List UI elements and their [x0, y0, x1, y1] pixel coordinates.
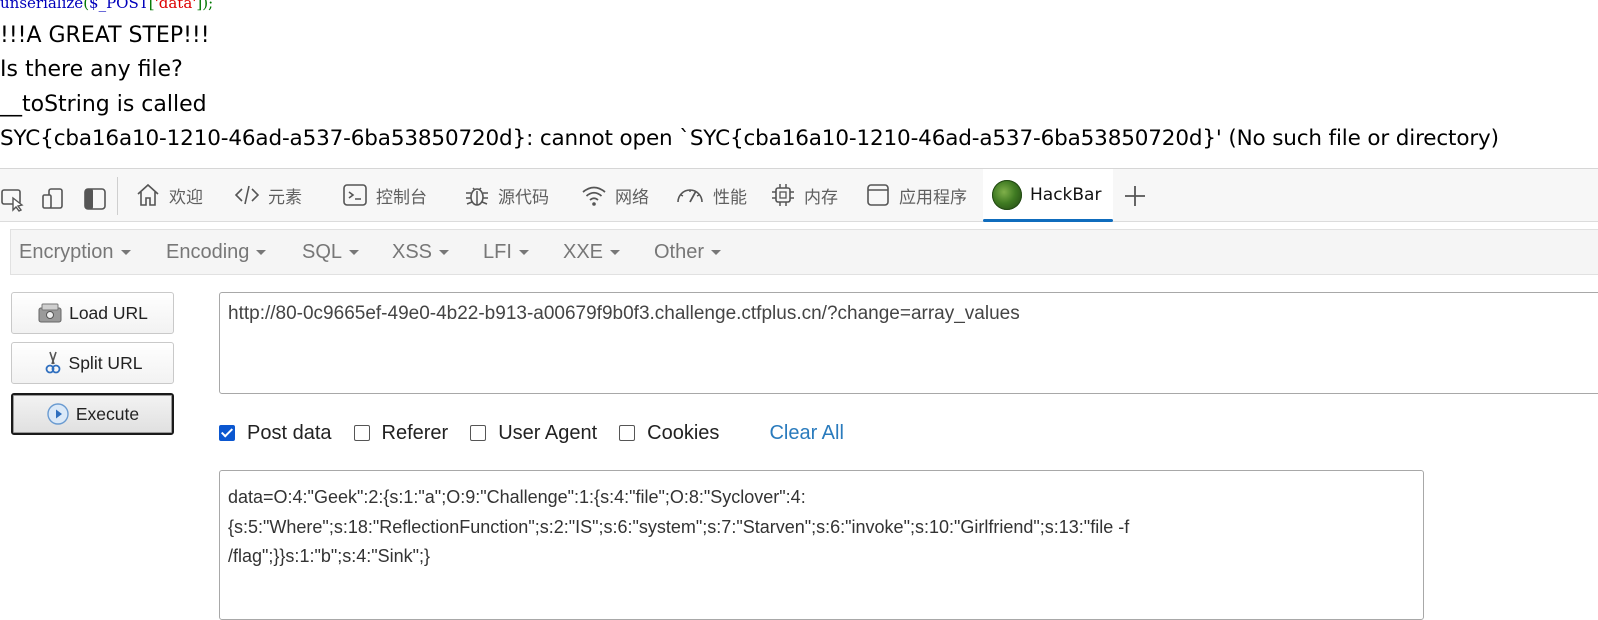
tab-label: 内存	[804, 187, 838, 208]
tab-label: 网络	[615, 187, 649, 208]
paren-close: );	[202, 0, 214, 12]
menu-lfi[interactable]: LFI	[483, 230, 529, 274]
plus-icon[interactable]	[1121, 182, 1149, 210]
checkbox-unchecked[interactable]	[619, 425, 636, 441]
tab-label: 控制台	[376, 187, 427, 208]
output-line-flag: SYC{cba16a10-1210-46ad-a537-6ba53850720d…	[0, 126, 1499, 151]
console-icon	[343, 184, 367, 206]
tab-label: 欢迎	[169, 187, 203, 208]
button-label: Load URL	[69, 302, 148, 323]
toolbar-divider	[117, 177, 118, 215]
output-line-3: __toString is called	[0, 92, 207, 117]
scissors-icon	[45, 351, 60, 374]
checkbox-unchecked[interactable]	[470, 425, 487, 441]
bug-icon	[466, 187, 488, 206]
output-line-2: Is there any file?	[0, 57, 183, 82]
devtools-tab-bar: 欢迎 元素 控制台 源代码 网络 性能 内存 应用程序 HackBar	[0, 168, 1598, 222]
url-input[interactable]: http://80-0c9665ef-49e0-4b22-b913-a00679…	[219, 292, 1598, 394]
tab-sources[interactable]: 源代码	[464, 169, 549, 221]
tab-elements[interactable]: 元素	[234, 169, 302, 221]
chip-icon	[772, 184, 794, 206]
user-agent-checkbox[interactable]: User Agent	[470, 422, 597, 445]
post-data-line-2: {s:5:"Where";s:18:"ReflectionFunction";s…	[228, 516, 1130, 537]
caret-down-icon	[711, 250, 722, 256]
wifi-icon	[582, 186, 606, 206]
checkbox-label: Referer	[381, 421, 449, 444]
post-data-input[interactable]: data=O:4:"Geek":2:{s:1:"a";O:9:"Challeng…	[219, 470, 1424, 620]
load-url-icon	[38, 303, 62, 323]
tab-welcome[interactable]: 欢迎	[135, 169, 203, 221]
device-emulation-icon[interactable]	[40, 186, 66, 212]
home-icon	[137, 183, 159, 206]
menu-encoding[interactable]: Encoding	[166, 230, 267, 274]
checkbox-label: Cookies	[647, 421, 720, 444]
checkbox-checked[interactable]	[219, 425, 235, 441]
active-tab-indicator	[983, 219, 1113, 222]
gauge-icon	[677, 189, 703, 203]
request-options-row: Post data Referer User Agent Cookies Cle…	[219, 418, 844, 448]
tab-console[interactable]: 控制台	[342, 169, 427, 221]
clear-all-link[interactable]: Clear All	[769, 422, 843, 445]
code-icon	[234, 185, 260, 205]
post-data-checkbox[interactable]: Post data	[219, 422, 332, 445]
function-name: unserialize	[0, 0, 84, 12]
tab-performance[interactable]: 性能	[675, 169, 747, 221]
hackbar-logo-icon	[992, 180, 1022, 210]
tab-memory[interactable]: 内存	[770, 169, 838, 221]
post-data-line-1: data=O:4:"Geek":2:{s:1:"a";O:9:"Challeng…	[228, 487, 806, 507]
cookies-checkbox[interactable]: Cookies	[619, 422, 719, 445]
tab-label: 性能	[713, 187, 747, 208]
split-url-button[interactable]: Split URL	[11, 342, 174, 384]
php-source-line: unserialize($_POST['data']);	[0, 0, 213, 13]
menu-other[interactable]: Other	[654, 230, 722, 274]
checkbox-label: Post data	[247, 421, 332, 444]
hackbar-menu-bar: Encryption Encoding SQL XSS LFI XXE Othe…	[10, 229, 1598, 275]
caret-down-icon	[256, 250, 267, 256]
tab-hackbar[interactable]: HackBar	[983, 169, 1113, 222]
checkbox-unchecked[interactable]	[353, 425, 370, 441]
tab-label: HackBar	[1030, 185, 1102, 205]
caret-down-icon	[439, 250, 450, 256]
load-url-button[interactable]: Load URL	[11, 292, 174, 334]
page-output: unserialize($_POST['data']); !!!A GREAT …	[0, 0, 1598, 168]
output-line-1: !!!A GREAT STEP!!!	[0, 23, 210, 48]
play-icon	[47, 403, 69, 425]
tab-label: 源代码	[498, 187, 549, 208]
tab-label: 应用程序	[899, 187, 967, 208]
app-window-icon	[867, 184, 889, 206]
dock-side-icon[interactable]	[82, 186, 108, 212]
menu-encryption[interactable]: Encryption	[19, 230, 131, 274]
button-label: Split URL	[68, 352, 143, 373]
menu-xss[interactable]: XSS	[392, 230, 450, 274]
caret-down-icon	[120, 250, 131, 256]
variable-name: $_POST	[89, 0, 149, 12]
caret-down-icon	[518, 250, 529, 256]
button-label: Execute	[75, 403, 140, 424]
caret-down-icon	[349, 250, 360, 256]
caret-down-icon	[610, 250, 621, 256]
menu-sql[interactable]: SQL	[302, 230, 360, 274]
menu-xxe[interactable]: XXE	[563, 230, 621, 274]
tab-application[interactable]: 应用程序	[865, 169, 967, 221]
referer-checkbox[interactable]: Referer	[353, 421, 449, 445]
tab-network[interactable]: 网络	[581, 169, 649, 221]
checkbox-label: User Agent	[498, 421, 598, 444]
inspect-element-icon[interactable]	[0, 186, 26, 212]
execute-button[interactable]: Execute	[11, 393, 174, 435]
post-data-line-3: /flag";}}s:1:"b";s:4:"Sink";}	[228, 546, 431, 566]
tab-label: 元素	[268, 187, 302, 208]
